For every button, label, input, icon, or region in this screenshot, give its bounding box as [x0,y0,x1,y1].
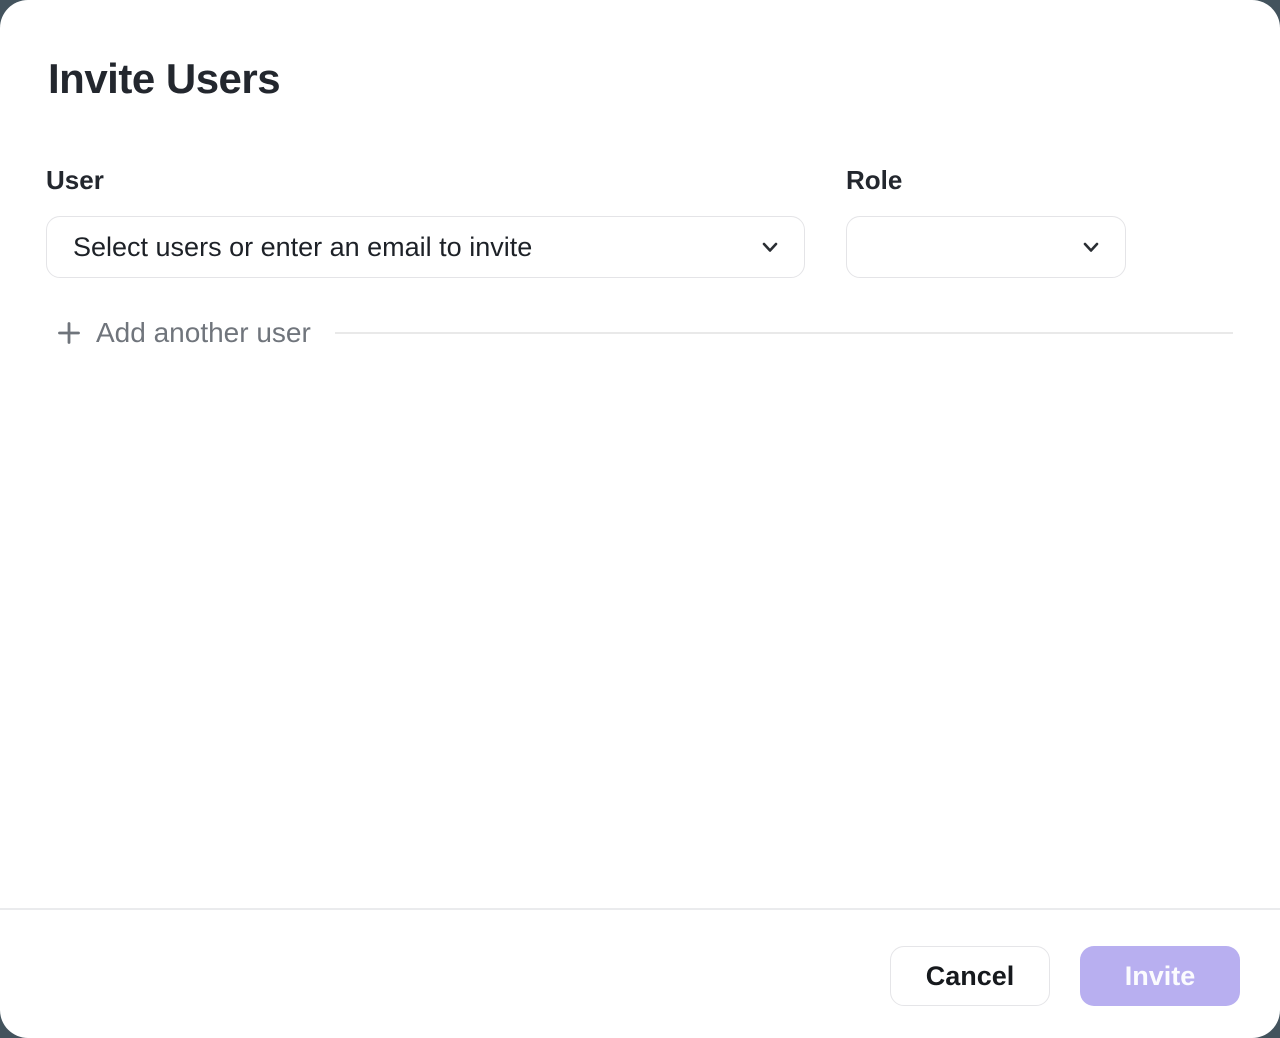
invite-button[interactable]: Invite [1080,946,1240,1006]
add-another-user-row: Add another user [46,318,1233,348]
user-field-group: User Select users or enter an email to i… [46,166,805,278]
chevron-down-icon [1080,236,1102,258]
add-row-rule-line [335,332,1233,334]
role-select[interactable] [846,216,1126,278]
plus-icon [56,320,82,346]
cancel-button[interactable]: Cancel [890,946,1050,1006]
dialog-body: Invite Users User Select users or enter … [0,0,1280,908]
dialog-title: Invite Users [48,54,1233,104]
user-select[interactable]: Select users or enter an email to invite [46,216,805,278]
user-field-label: User [46,166,805,194]
role-field-label: Role [846,166,1126,194]
add-another-user-label: Add another user [96,317,311,349]
invite-form-row: User Select users or enter an email to i… [46,166,1233,278]
user-select-value: Select users or enter an email to invite [73,232,759,263]
role-field-group: Role [846,166,1126,278]
add-another-user-button[interactable]: Add another user [56,317,311,349]
invite-users-dialog: Invite Users User Select users or enter … [0,0,1280,1038]
chevron-down-icon [759,236,781,258]
dialog-footer: Cancel Invite [0,908,1280,1038]
